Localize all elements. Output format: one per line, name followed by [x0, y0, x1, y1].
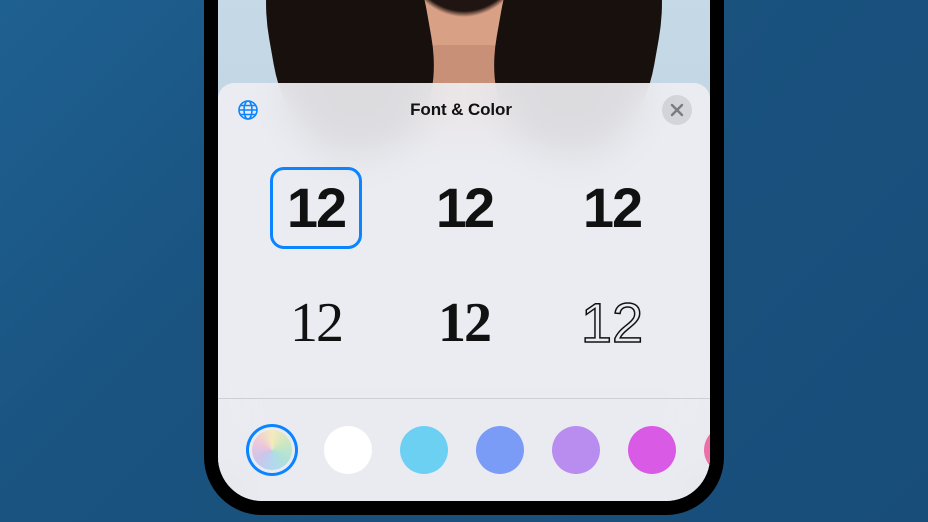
font-option-serif-bold[interactable]: 12 — [408, 278, 520, 368]
font-sample: 12 — [290, 295, 342, 351]
font-sample: 12 — [436, 180, 492, 236]
phone-screen: Font & Color 12 12 12 12 12 12 — [218, 0, 710, 501]
color-swatch-white[interactable] — [322, 424, 374, 476]
panel-title: Font & Color — [410, 100, 512, 120]
font-option-stencil[interactable]: 12 — [556, 163, 668, 253]
font-option-outline-inline[interactable]: 12 — [556, 278, 668, 368]
globe-icon[interactable] — [236, 98, 260, 122]
close-button[interactable] — [662, 95, 692, 125]
color-swatch-sky-blue[interactable] — [398, 424, 450, 476]
panel-header: Font & Color — [218, 83, 710, 137]
font-color-panel: Font & Color 12 12 12 12 12 12 — [218, 83, 710, 501]
color-row — [218, 399, 710, 501]
close-icon — [670, 103, 684, 117]
rainbow-icon — [252, 430, 292, 470]
font-grid: 12 12 12 12 12 12 — [218, 137, 710, 398]
font-option-new-york-serif[interactable]: 12 — [260, 278, 372, 368]
phone-frame: Font & Color 12 12 12 12 12 12 — [204, 0, 724, 515]
color-swatch-pink[interactable] — [702, 424, 710, 476]
color-swatch-dynamic-rainbow[interactable] — [246, 424, 298, 476]
color-swatch-periwinkle[interactable] — [474, 424, 526, 476]
font-sample: 12 — [287, 180, 345, 236]
font-sample: 12 — [583, 180, 641, 236]
font-option-sf-pro-heavy[interactable]: 12 — [408, 163, 520, 253]
font-option-sf-pro-rounded[interactable]: 12 — [270, 167, 362, 249]
color-swatch-magenta[interactable] — [626, 424, 678, 476]
color-swatch-lavender[interactable] — [550, 424, 602, 476]
font-sample: 12 — [438, 295, 490, 351]
font-sample: 12 — [581, 295, 643, 351]
